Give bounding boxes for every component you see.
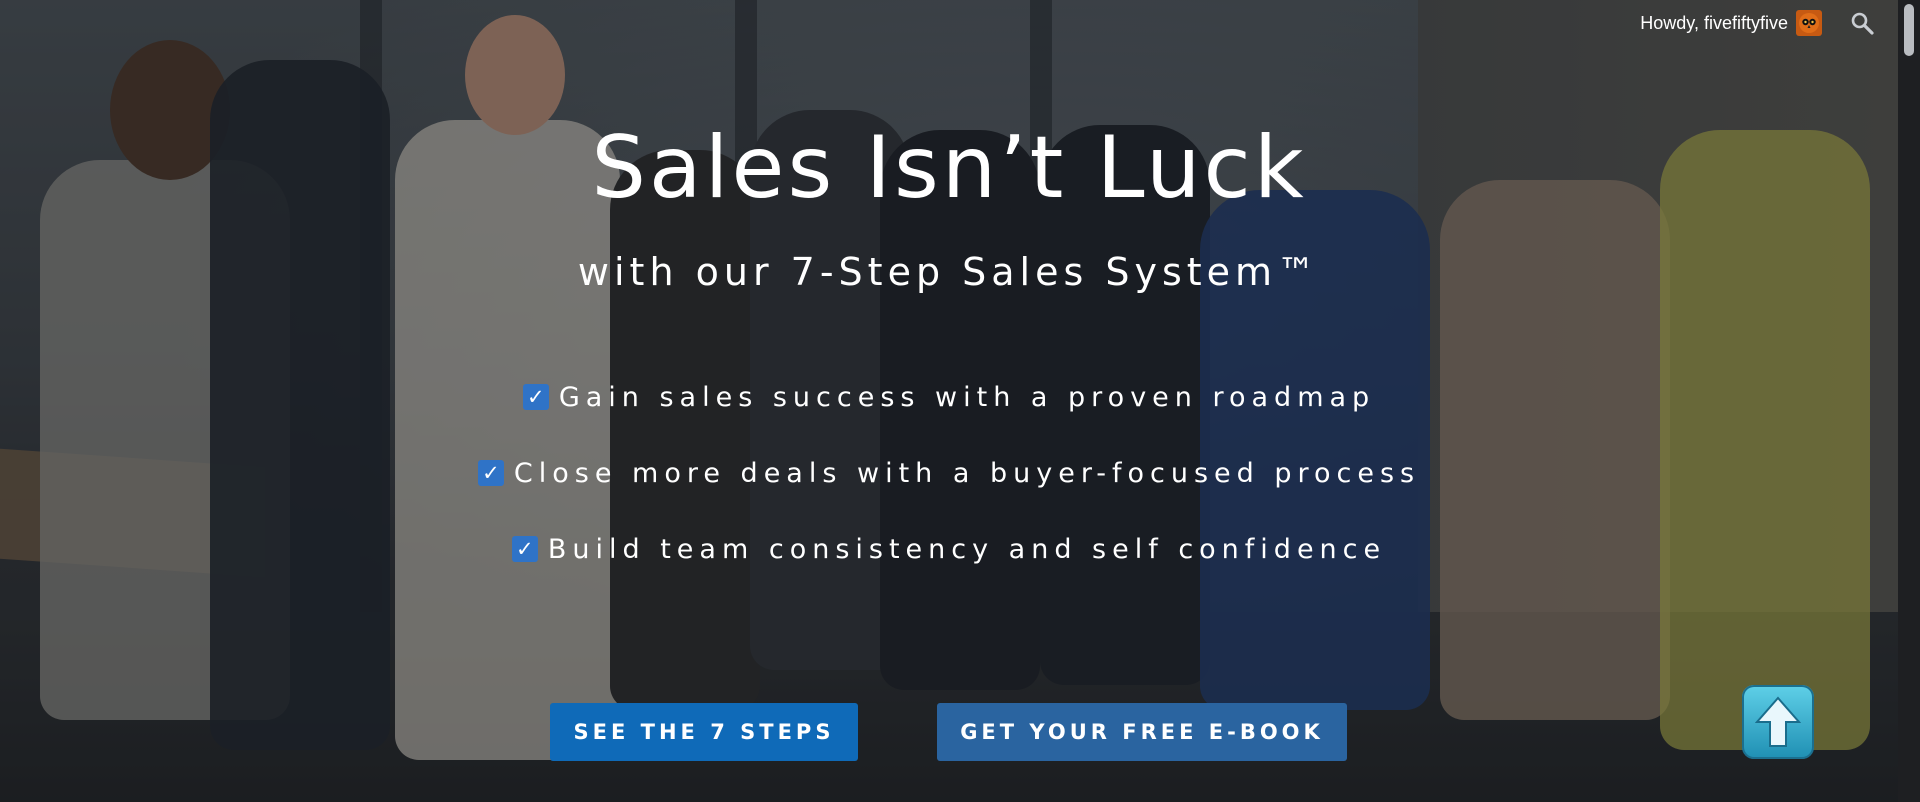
benefit-item: ✓ Close more deals with a buyer-focused p… bbox=[0, 458, 1898, 489]
checkbox-icon: ✓ bbox=[477, 460, 504, 486]
benefit-text: Gain sales success with a proven roadmap bbox=[558, 382, 1376, 413]
free-ebook-button[interactable]: GET YOUR FREE E-BOOK bbox=[937, 703, 1347, 761]
benefit-item: ✓ Build team consistency and self confide… bbox=[0, 534, 1898, 565]
see-steps-button[interactable]: SEE THE 7 STEPS bbox=[550, 703, 858, 761]
benefit-text: Close more deals with a buyer-focused pr… bbox=[513, 458, 1421, 489]
hero-subtitle: with our 7-Step Sales System™ bbox=[577, 250, 1321, 294]
hero-title: Sales Isn’t Luck bbox=[591, 118, 1307, 218]
checkbox-icon: ✓ bbox=[522, 384, 549, 410]
admin-bar: Howdy, fivefiftyfive bbox=[1640, 0, 1874, 46]
scrollbar-thumb[interactable] bbox=[1904, 4, 1914, 56]
search-icon[interactable] bbox=[1850, 11, 1874, 35]
arrow-up-icon bbox=[1755, 696, 1801, 747]
benefit-item: ✓ Gain sales success with a proven roadma… bbox=[0, 382, 1898, 413]
benefit-text: Build team consistency and self confiden… bbox=[547, 534, 1387, 565]
back-to-top-button[interactable] bbox=[1742, 685, 1814, 759]
checkbox-icon: ✓ bbox=[511, 536, 538, 562]
page-scrollbar[interactable] bbox=[1898, 0, 1920, 802]
owl-avatar-icon[interactable] bbox=[1796, 10, 1822, 36]
hero-section: Sales Isn’t Luck with our 7-Step Sales S… bbox=[0, 0, 1898, 802]
user-greeting[interactable]: Howdy, fivefiftyfive bbox=[1640, 13, 1788, 34]
